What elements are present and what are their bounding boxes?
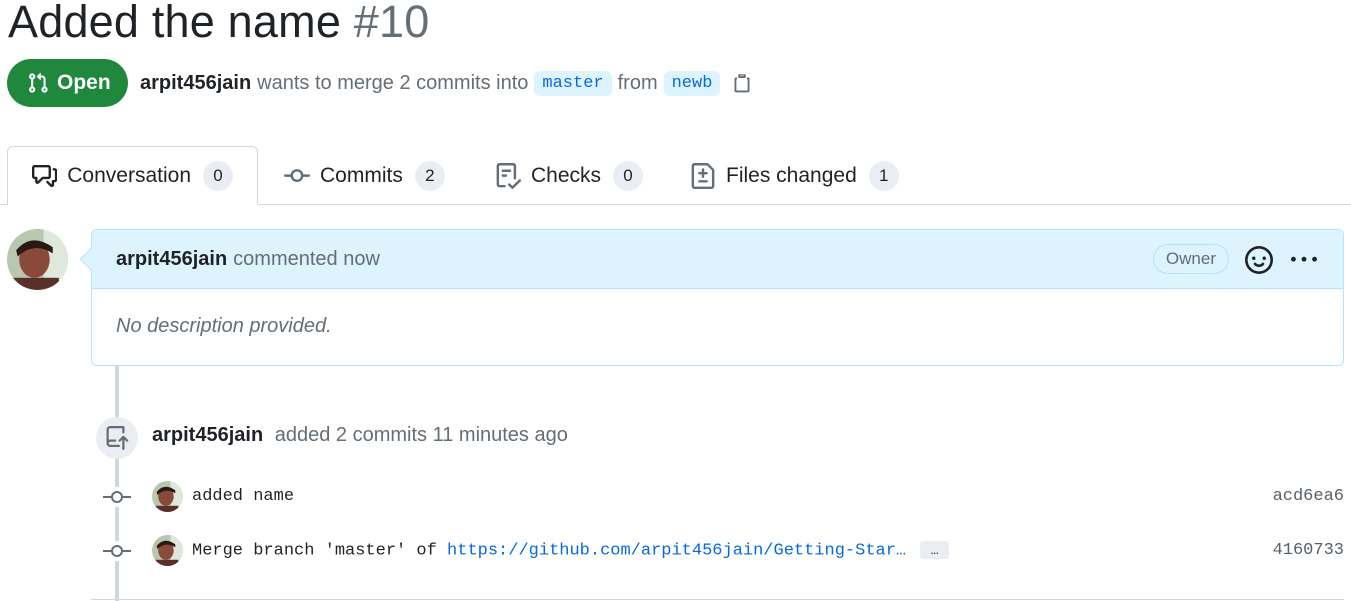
comment-author-link[interactable]: arpit456jain [116,248,227,271]
repo-push-icon [106,426,129,450]
commit-message-prefix[interactable]: Merge branch 'master' of [192,541,447,560]
tab-commits-label: Commits [320,163,403,187]
pr-number: #10 [353,0,430,47]
comment-body: No description provided. [116,315,332,337]
commit-author-avatar[interactable] [152,535,183,566]
git-commit-icon [284,168,310,182]
comment-header: arpit456jain commented now Owner [92,230,1343,289]
expand-commit-message-button[interactable]: … [920,541,950,559]
git-commit-icon [103,541,131,561]
tab-checks[interactable]: Checks 0 [495,146,644,205]
base-branch[interactable]: master [534,70,612,96]
merge-text: wants to merge 2 commits into [257,71,529,94]
commit-row: added name acd6ea6 [0,481,1351,513]
comment-box: arpit456jain commented now Owner No desc… [79,229,1344,366]
git-commit-icon [103,487,131,507]
from-text: from [617,71,658,94]
tab-files-changed[interactable]: Files changed 1 [690,146,899,205]
pr-state-label: Open [57,71,111,94]
checklist-icon [496,162,521,189]
tab-files-changed-count: 1 [868,160,899,191]
file-diff-icon [691,162,715,189]
comment-action[interactable]: commented now [233,248,380,271]
avatar-image-icon [152,481,183,512]
tab-commits[interactable]: Commits 2 [284,146,445,205]
tab-files-changed-label: Files changed [726,163,857,187]
tab-checks-label: Checks [531,163,602,187]
tab-conversation-label: Conversation [67,163,191,187]
pr-title: Added the name #10 [8,0,429,50]
copy-icon[interactable] [732,72,752,94]
commit-author-avatar[interactable] [152,481,183,512]
commit-message-url-link[interactable]: https://github.com/arpit456jain/Getting-… [447,541,906,560]
avatar-image-icon [152,535,183,566]
event-description: added 2 commits 11 minutes ago [274,424,568,446]
avatar-image-icon [7,229,68,290]
comment-discussion-icon [32,164,58,187]
tab-conversation-count: 0 [203,160,233,191]
event-text: arpit456jain added 2 commits 11 minutes … [152,424,568,447]
pr-title-text: Added the name [8,0,342,47]
pr-merge-info: arpit456jain wants to merge 2 commits in… [140,66,752,100]
owner-badge: Owner [1152,244,1229,274]
commit-sha-link[interactable]: acd6ea6 [1273,487,1344,506]
commit-message-link[interactable]: added name [192,487,294,506]
avatar[interactable] [7,229,68,290]
git-pull-request-icon [29,72,48,93]
timeline-divider [91,599,1344,600]
commit-row: Merge branch 'master' of https://github.… [0,535,1351,567]
event-badge [96,417,138,459]
commit-message: Merge branch 'master' of https://github.… [192,541,950,560]
tab-commits-count: 2 [414,160,445,191]
commit-sha-link[interactable]: 4160733 [1273,541,1344,560]
head-branch[interactable]: newb [663,70,721,96]
pr-author-link[interactable]: arpit456jain [140,72,251,95]
pr-state-badge: Open [7,59,128,107]
event-author-link[interactable]: arpit456jain [152,424,263,446]
tab-checks-count: 0 [613,160,644,191]
kebab-horizontal-icon[interactable] [1289,247,1319,273]
tab-conversation[interactable]: Conversation 0 [7,146,258,205]
smiley-icon[interactable] [1245,246,1273,274]
